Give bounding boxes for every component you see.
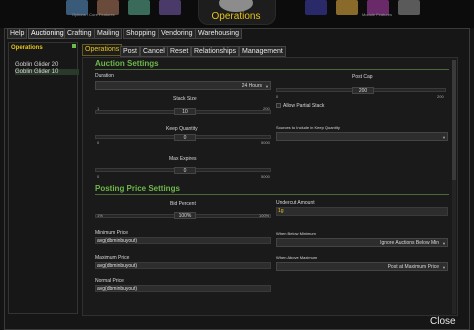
feature-icon-3[interactable] — [128, 0, 150, 15]
module-icon-4[interactable] — [398, 0, 420, 15]
duration-dropdown[interactable]: 24 Hours ▼ — [95, 81, 271, 90]
tab-vendoring[interactable]: Vendoring — [158, 28, 196, 39]
bid-percent-min: 1% — [97, 213, 103, 218]
tab-warehousing[interactable]: Warehousing — [195, 28, 242, 39]
subtab-relationships[interactable]: Relationships — [191, 46, 240, 57]
duration-value: 24 Hours — [241, 83, 262, 89]
max-expires-label: Max Expires — [169, 156, 197, 162]
keep-quantity-max: 5000 — [261, 140, 270, 145]
page-title: Operations — [211, 11, 261, 22]
tab-shopping[interactable]: Shopping — [123, 28, 159, 39]
max-expires-max: 5000 — [261, 174, 270, 179]
stack-size-label: Stack Size — [173, 96, 197, 102]
post-cap-label: Post Cap — [352, 74, 373, 80]
allow-partial-label: Allow Partial Stack — [283, 103, 325, 109]
tree-item-goblin-glider-10[interactable]: Goblin Glider 10 — [15, 69, 79, 75]
when-below-value: Ignore Auctions Below Min — [380, 240, 439, 246]
subtab-cancel[interactable]: Cancel — [140, 46, 168, 57]
module-icon-2[interactable] — [336, 0, 358, 15]
auction-settings-divider — [95, 69, 449, 70]
close-button[interactable]: Close — [430, 316, 456, 327]
max-price-label: Maximum Price — [95, 255, 130, 261]
module-icon-1[interactable] — [305, 0, 327, 15]
stack-size-min: 1 — [97, 106, 100, 111]
tree-item-goblin-glider-20[interactable]: Goblin Glider 20 — [15, 62, 58, 68]
max-expires-min: 0 — [97, 174, 100, 179]
tree-root-label: Operations — [11, 45, 43, 51]
module-features-label: Module Features — [362, 12, 393, 17]
when-above-dropdown[interactable]: Post at Maximum Price ▼ — [276, 262, 448, 271]
undercut-label: Undercut Amount — [276, 200, 315, 206]
undercut-field[interactable]: 1g — [276, 207, 448, 216]
keep-quantity-label: Keep Quantity — [166, 126, 198, 132]
min-price-field[interactable]: avg(dbminbuyout) — [95, 237, 271, 244]
when-above-value: Post at Maximum Price — [387, 264, 439, 270]
duration-label: Duration — [95, 73, 114, 79]
max-price-field[interactable]: avg(dbminbuyout) — [95, 262, 271, 269]
when-below-label: When Below Minimum — [276, 231, 316, 236]
when-below-dropdown[interactable]: Ignore Auctions Below Min ▼ — [276, 238, 448, 247]
stack-size-max: 200 — [263, 106, 270, 111]
core-features-label: Options / Core Features — [72, 12, 115, 17]
post-cap-max: 200 — [437, 94, 444, 99]
post-cap-min: 0 — [276, 94, 279, 99]
bid-percent-max: 100% — [259, 213, 270, 218]
tab-crafting[interactable]: Crafting — [64, 28, 95, 39]
undercut-value: 1g — [278, 208, 284, 214]
sources-label: Sources to Include in Keep Quantity — [276, 125, 340, 130]
tab-auctioning[interactable]: Auctioning — [28, 28, 67, 39]
stack-size-value[interactable]: 10 — [174, 108, 196, 115]
chevron-down-icon: ▼ — [265, 84, 269, 89]
posting-price-title: Posting Price Settings — [95, 184, 180, 193]
subtab-reset[interactable]: Reset — [167, 46, 192, 57]
tab-mailing[interactable]: Mailing — [94, 28, 123, 39]
collapse-icon[interactable] — [72, 44, 76, 48]
post-cap-value[interactable]: 200 — [352, 87, 374, 94]
subtab-management[interactable]: Management — [239, 46, 286, 57]
normal-price-field[interactable]: avg(dbminbuyout) — [95, 285, 271, 292]
bid-percent-value[interactable]: 100% — [174, 212, 196, 219]
subtab-operations[interactable]: Operations — [82, 44, 123, 56]
keep-quantity-value[interactable]: 0 — [174, 134, 196, 141]
tree-root-operations[interactable]: Operations — [11, 45, 43, 51]
feature-icon-4[interactable] — [159, 0, 181, 15]
keep-quantity-min: 0 — [97, 140, 100, 145]
sources-dropdown[interactable]: ▼ — [276, 132, 448, 141]
when-above-label: When Above Maximum — [276, 255, 318, 260]
operations-sidebar: Operations Goblin Glider 20 Goblin Glide… — [8, 42, 79, 314]
posting-price-divider — [95, 194, 449, 195]
chevron-down-icon: ▼ — [442, 241, 446, 246]
chevron-down-icon: ▼ — [442, 265, 446, 270]
min-price-label: Minimum Price — [95, 230, 129, 236]
normal-price-label: Normal Price — [95, 278, 124, 284]
scrollbar-thumb[interactable] — [452, 60, 456, 180]
chevron-down-icon: ▼ — [442, 135, 446, 140]
subtab-post[interactable]: Post — [120, 46, 141, 57]
max-expires-value[interactable]: 0 — [174, 167, 196, 174]
auction-settings-title: Auction Settings — [95, 59, 159, 68]
bid-percent-label: Bid Percent — [170, 201, 196, 207]
allow-partial-checkbox[interactable] — [276, 103, 281, 108]
tab-help[interactable]: Help — [7, 28, 28, 39]
